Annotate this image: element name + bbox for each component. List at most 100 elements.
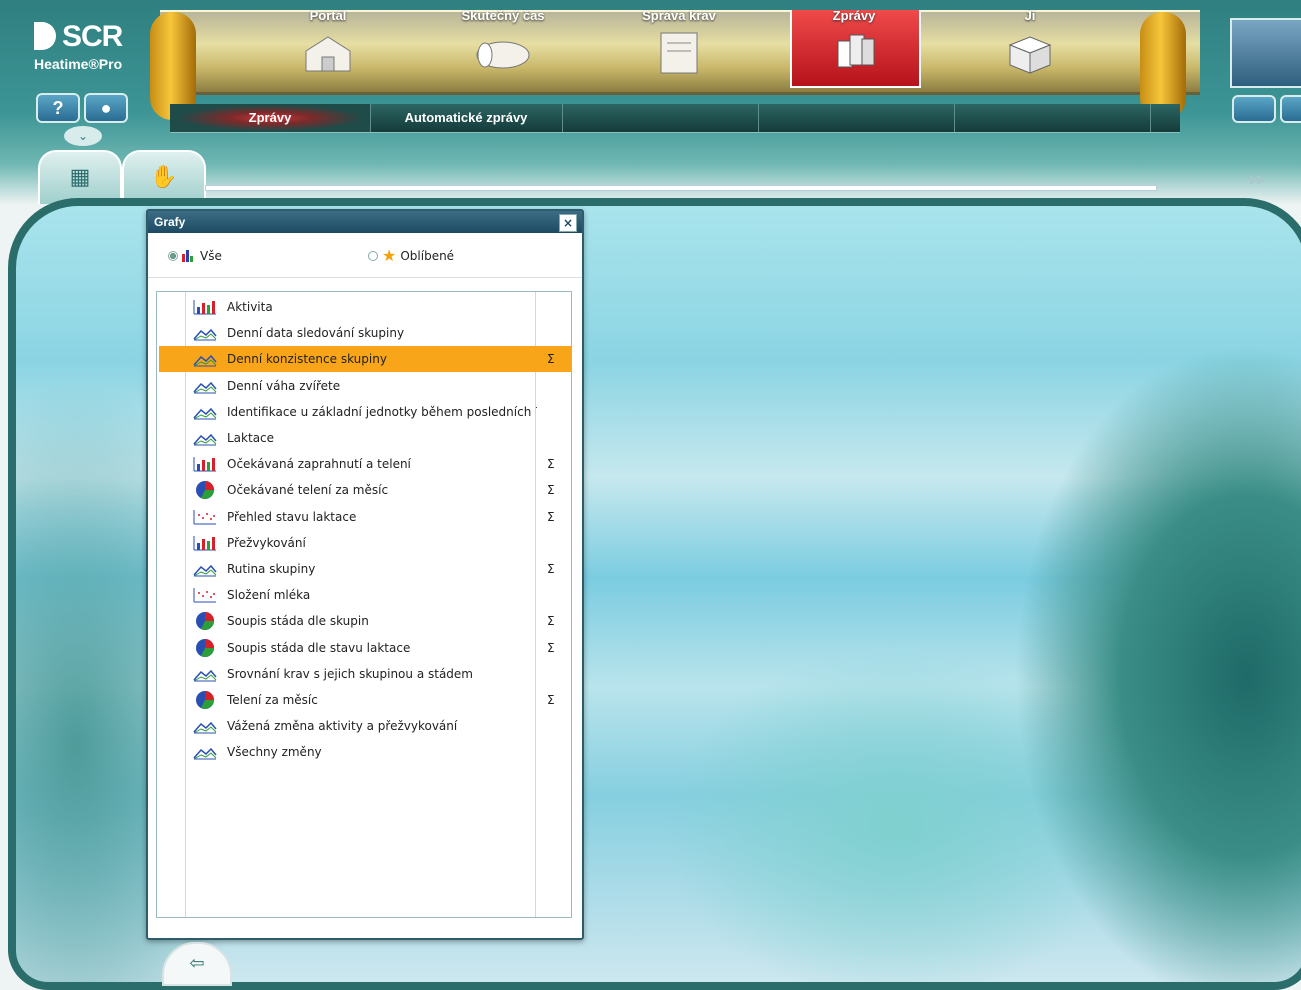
list-item[interactable]: Telení za měsíc Σ bbox=[159, 687, 571, 713]
line-chart-icon bbox=[191, 665, 219, 683]
nav-label: Skutečný čas bbox=[461, 8, 545, 23]
reports-icon bbox=[837, 34, 875, 68]
list-item-label: Identifikace u základní jednotky během p… bbox=[227, 404, 537, 419]
chevron-down-icon: ⌄ bbox=[77, 129, 89, 143]
pie-chart-icon bbox=[191, 638, 219, 657]
subtab-automatic-reports[interactable]: Automatické zprávy bbox=[370, 104, 563, 132]
list-item-label: Přehled stavu laktace bbox=[227, 509, 357, 524]
filter-all-label: Vše bbox=[200, 249, 222, 263]
list-item-label: Všechny změny bbox=[227, 745, 322, 760]
nav-real-time[interactable]: Skutečný čas bbox=[443, 8, 563, 78]
charts-list: Aktivita Denní data sledování skupiny Denn… bbox=[156, 291, 572, 918]
subtab-empty bbox=[954, 104, 1151, 132]
subtab-reports[interactable]: Zprávy bbox=[170, 104, 371, 132]
filter-row: Vše ★ Oblíbené bbox=[148, 233, 582, 278]
line-chart-icon bbox=[191, 324, 219, 342]
scr-logo-icon bbox=[34, 22, 56, 50]
list-item-label: Telení za měsíc bbox=[227, 693, 318, 707]
list-item-label: Rutina skupiny bbox=[227, 562, 316, 576]
nav-more[interactable]: Ji bbox=[970, 8, 1090, 78]
nav-reports[interactable]: Zprávy bbox=[794, 8, 914, 78]
filter-all-radio[interactable]: Vše bbox=[168, 249, 222, 263]
charts-dialog: Grafy × Vše ★ Oblíbené Aktivita Denní dat… bbox=[146, 209, 584, 940]
nav-label: Zprávy bbox=[832, 8, 876, 23]
pie-chart-icon bbox=[191, 691, 219, 709]
list-item[interactable]: Očekávané telení za měsíc Σ bbox=[159, 477, 571, 503]
fast-forward-icon: ▶▶ bbox=[1250, 172, 1267, 186]
bar-chart-icon bbox=[191, 455, 219, 473]
globe-icon: ● bbox=[100, 98, 112, 118]
collapse-button[interactable]: ⌄ bbox=[64, 126, 102, 146]
nav-portal[interactable]: Portál bbox=[268, 8, 388, 78]
list-item-label: Vážená změna aktivity a přežvykování bbox=[227, 719, 458, 734]
filter-favorites-label: Oblíbené bbox=[400, 249, 455, 263]
list-item-label: Denní data sledování skupiny bbox=[227, 326, 405, 341]
line-chart-icon bbox=[191, 717, 219, 735]
scatter-chart-icon bbox=[191, 508, 219, 526]
list-item-label: Aktivita bbox=[227, 300, 273, 314]
line-chart-icon bbox=[191, 403, 219, 421]
list-item[interactable]: Denní váha zvířete bbox=[159, 373, 571, 399]
list-item[interactable]: Vážená změna aktivity a přežvykování bbox=[159, 713, 571, 739]
star-icon: ★ bbox=[382, 246, 397, 265]
list-item-label: Srovnání krav s jejich skupinou a stádem bbox=[227, 666, 473, 681]
language-button[interactable]: ● bbox=[84, 93, 128, 123]
line-chart-icon bbox=[191, 743, 219, 761]
user-panel[interactable] bbox=[1230, 18, 1301, 88]
list-item[interactable]: Denní data sledování skupiny bbox=[159, 320, 571, 346]
settings-button[interactable] bbox=[1280, 95, 1301, 123]
tank-icon bbox=[476, 41, 530, 69]
fast-forward-button[interactable]: ▶▶ bbox=[1250, 172, 1301, 196]
list-item[interactable]: Srovnání krav s jejich skupinou a stádem bbox=[159, 661, 571, 687]
list-item[interactable]: Rutina skupiny Σ bbox=[159, 556, 571, 582]
sum-icon: Σ bbox=[547, 457, 555, 472]
list-item[interactable]: Soupis stáda dle stavu laktace Σ bbox=[159, 635, 571, 661]
list-item-label: Soupis stáda dle skupin bbox=[227, 614, 369, 629]
help-button[interactable]: ? bbox=[36, 93, 80, 123]
line-chart-icon bbox=[191, 429, 219, 447]
sum-icon: Σ bbox=[547, 562, 555, 576]
filter-favorites-radio[interactable]: ★ Oblíbené bbox=[368, 246, 455, 265]
list-item[interactable]: Složení mléka bbox=[159, 582, 571, 608]
nav-cow-management[interactable]: Správa krav bbox=[619, 8, 739, 78]
tree-view-tab[interactable]: ▦ bbox=[38, 150, 122, 204]
list-item-label: Laktace bbox=[227, 431, 275, 445]
app-logo: SCR Heatime®Pro bbox=[34, 20, 123, 72]
list-item[interactable]: Laktace bbox=[159, 425, 571, 451]
list-item[interactable]: Očekávaná zaprahnutí a telení Σ bbox=[159, 451, 571, 477]
line-chart-icon bbox=[191, 560, 219, 578]
nav-label: Správa krav bbox=[642, 8, 716, 23]
bar-chart-icon bbox=[191, 298, 219, 316]
sum-icon: Σ bbox=[547, 352, 555, 367]
list-item[interactable]: Aktivita bbox=[159, 294, 571, 320]
nav-label: Portál bbox=[309, 8, 347, 23]
sum-icon: Σ bbox=[547, 483, 555, 498]
sum-icon: Σ bbox=[547, 693, 555, 707]
list-item[interactable]: Všechny změny bbox=[159, 739, 571, 765]
list-item-label: Složení mléka bbox=[227, 588, 311, 603]
bar-chart-icon bbox=[182, 250, 193, 262]
sum-icon: Σ bbox=[547, 509, 555, 524]
product-name: Heatime®Pro bbox=[34, 56, 123, 72]
subtab-empty bbox=[562, 104, 759, 132]
help-icon: ? bbox=[52, 98, 64, 118]
hand-tool-tab[interactable]: ✋ bbox=[122, 150, 206, 204]
monitor-button[interactable] bbox=[1232, 95, 1276, 123]
list-item[interactable]: Přehled stavu laktace Σ bbox=[159, 504, 571, 530]
box-icon bbox=[1008, 36, 1052, 74]
sub-navigation-bar: Zprávy Automatické zprávy bbox=[170, 104, 1180, 133]
list-item-label: Očekávané telení za měsíc bbox=[227, 483, 389, 498]
scatter-chart-icon bbox=[191, 586, 219, 604]
list-item[interactable]: Soupis stáda dle skupin Σ bbox=[159, 608, 571, 634]
list-item-label: Soupis stáda dle stavu laktace bbox=[227, 640, 411, 655]
list-item[interactable]: Denní konzistence skupiny Σ bbox=[159, 346, 571, 373]
list-item[interactable]: Identifikace u základní jednotky během p… bbox=[159, 399, 571, 425]
close-button[interactable]: × bbox=[559, 214, 577, 232]
hand-icon: ✋ bbox=[150, 165, 178, 190]
list-item-label: Očekávaná zaprahnutí a telení bbox=[227, 457, 411, 472]
sum-icon: Σ bbox=[547, 640, 555, 655]
pie-chart-icon bbox=[191, 481, 219, 500]
tree-icon: ▦ bbox=[69, 165, 91, 190]
line-chart-icon bbox=[191, 377, 219, 395]
list-item[interactable]: Přežvykování bbox=[159, 530, 571, 556]
